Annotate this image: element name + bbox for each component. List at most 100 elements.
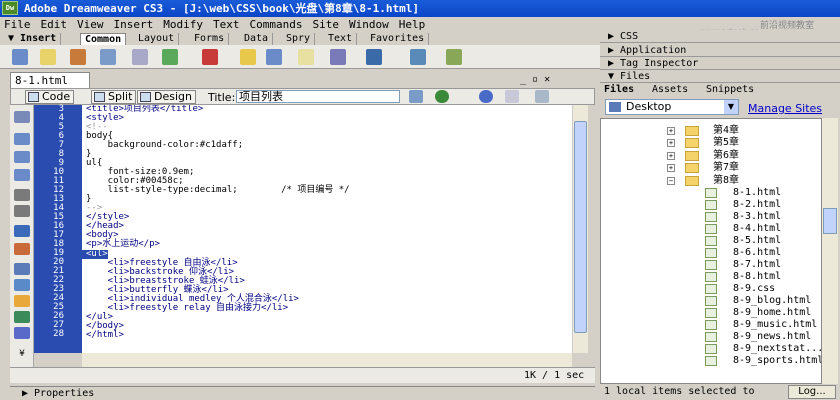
wrap-tag-icon[interactable] — [14, 327, 30, 339]
folder-item[interactable]: + 第4章 — [601, 125, 821, 137]
folder-item[interactable]: + 第7章 — [601, 162, 821, 174]
tab-assets[interactable]: Assets — [652, 83, 688, 96]
file-item[interactable]: 8-6.html — [601, 247, 821, 259]
file-tree-scrollbar[interactable] — [822, 118, 838, 384]
file-item[interactable]: 8-2.html — [601, 199, 821, 211]
email-icon[interactable] — [40, 49, 56, 65]
refresh-icon[interactable] — [479, 90, 493, 103]
code-line[interactable]: <title>项目列表</title> — [82, 105, 572, 114]
code-line[interactable]: </head> — [82, 222, 572, 231]
document-window-controls[interactable]: _ ▫ ✕ — [520, 74, 550, 85]
code-view-button[interactable]: Code — [25, 90, 75, 104]
file-item[interactable]: 8-9_music.html — [601, 319, 821, 331]
code-line[interactable]: <style> — [82, 114, 572, 123]
file-item[interactable]: 8-9_nextstat... — [601, 343, 821, 355]
menu-edit[interactable]: Edit — [41, 18, 68, 31]
syntax-coloring-icon[interactable] — [14, 279, 30, 291]
document-tab[interactable]: 8-1.html — [10, 72, 90, 88]
expand-icon[interactable]: + — [667, 139, 675, 148]
site-select[interactable]: Desktop ▼ — [605, 99, 739, 115]
image-icon[interactable] — [162, 49, 178, 65]
menu-file[interactable]: File — [4, 18, 31, 31]
split-view-button[interactable]: Split — [91, 90, 137, 104]
server-icon[interactable] — [266, 49, 282, 65]
file-item[interactable]: 8-9_news.html — [601, 331, 821, 343]
menu-modify[interactable]: Modify — [163, 18, 203, 31]
layer-icon[interactable] — [132, 49, 148, 65]
collapse-selection-icon[interactable] — [14, 151, 30, 163]
code-line[interactable]: </body> — [82, 322, 572, 331]
insert-bar-toggle[interactable]: ▼ Insert — [4, 33, 62, 45]
hyperlink-icon[interactable] — [12, 49, 28, 65]
code-line[interactable]: list-style-type:decimal; /* 项目编号 */ — [82, 186, 572, 195]
document-title-input[interactable]: 项目列表 — [236, 90, 400, 103]
application-panel-header[interactable]: ▶ Application — [600, 44, 840, 57]
log-button[interactable]: Log... — [788, 385, 836, 399]
line-numbers-icon[interactable] — [14, 225, 30, 237]
tab-files[interactable]: Files — [604, 83, 634, 96]
script-icon[interactable] — [366, 49, 382, 65]
file-item[interactable]: 8-4.html — [601, 223, 821, 235]
menu-insert[interactable]: Insert — [114, 18, 154, 31]
file-item[interactable]: 8-8.html — [601, 271, 821, 283]
file-item[interactable]: 8-5.html — [601, 235, 821, 247]
code-line[interactable]: </ul> — [82, 313, 572, 322]
file-item[interactable]: 8-3.html — [601, 211, 821, 223]
folder-item[interactable]: + 第6章 — [601, 150, 821, 162]
files-panel-header[interactable]: ▼ Files — [600, 70, 840, 83]
media-icon[interactable] — [202, 49, 218, 65]
tag-inspector-panel-header[interactable]: ▶ Tag Inspector — [600, 57, 840, 70]
tab-data[interactable]: Data — [240, 33, 274, 45]
code-editor[interactable]: <title>项目列表</title> <style> <!-- body{ back… — [82, 105, 572, 353]
tab-common[interactable]: Common — [80, 33, 127, 45]
code-line[interactable]: <!-- — [82, 123, 572, 132]
tab-favorites[interactable]: Favorites — [366, 33, 430, 45]
code-line[interactable]: background-color:#c1daff; — [82, 141, 572, 150]
tab-text[interactable]: Text — [324, 33, 358, 45]
folder-item[interactable]: + 第5章 — [601, 137, 821, 149]
expand-icon[interactable]: + — [667, 127, 675, 135]
scrollbar-thumb[interactable] — [574, 121, 587, 333]
code-line[interactable]: <li>freestyle relay 自由泳接力</li> — [82, 304, 572, 313]
head-icon[interactable] — [330, 49, 346, 65]
word-wrap-icon[interactable] — [14, 263, 30, 275]
file-management-icon[interactable] — [409, 90, 423, 103]
tag-chooser-icon[interactable] — [446, 49, 462, 65]
css-panel-header[interactable]: ▶ CSS — [600, 30, 840, 43]
highlight-invalid-icon[interactable] — [14, 243, 30, 255]
template-icon[interactable] — [410, 49, 426, 65]
file-item[interactable]: 8-9.css — [601, 283, 821, 295]
expand-all-icon[interactable] — [14, 169, 30, 181]
visual-aids-icon[interactable] — [535, 90, 549, 103]
table-icon[interactable] — [100, 49, 116, 65]
design-view-button[interactable]: Design — [137, 90, 196, 104]
code-line[interactable]: } — [82, 150, 572, 159]
tab-snippets[interactable]: Snippets — [706, 83, 754, 96]
code-line[interactable]: <p>水上运动</p> — [82, 240, 572, 249]
file-item[interactable]: 8-7.html — [601, 259, 821, 271]
remove-comment-icon[interactable] — [14, 311, 30, 323]
tab-spry[interactable]: Spry — [282, 33, 316, 45]
select-parent-tag-icon[interactable] — [14, 189, 30, 201]
chevron-down-icon[interactable]: ▼ — [724, 100, 738, 114]
code-line[interactable]: --> — [82, 204, 572, 213]
preview-browser-icon[interactable] — [435, 90, 449, 103]
chevron-down-icon[interactable]: ¥ — [14, 349, 30, 361]
file-item[interactable]: 8-9_blog.html — [601, 295, 821, 307]
manage-sites-link[interactable]: Manage Sites — [748, 102, 822, 115]
view-options-icon[interactable] — [505, 90, 519, 103]
code-line[interactable]: </style> — [82, 213, 572, 222]
open-documents-icon[interactable] — [14, 111, 30, 123]
folder-item[interactable]: − 第8章 — [601, 175, 821, 187]
balance-braces-icon[interactable] — [14, 205, 30, 217]
file-item[interactable]: 8-9_sports.html — [601, 355, 821, 367]
date-icon[interactable] — [240, 49, 256, 65]
file-item[interactable]: 8-9_home.html — [601, 307, 821, 319]
comment-icon[interactable] — [298, 49, 314, 65]
menu-view[interactable]: View — [77, 18, 104, 31]
code-horizontal-scrollbar[interactable] — [82, 353, 572, 367]
expand-icon[interactable]: + — [667, 164, 675, 173]
menu-site[interactable]: Site — [312, 18, 339, 31]
tab-layout[interactable]: Layout — [134, 33, 180, 45]
code-vertical-scrollbar[interactable] — [572, 105, 588, 353]
